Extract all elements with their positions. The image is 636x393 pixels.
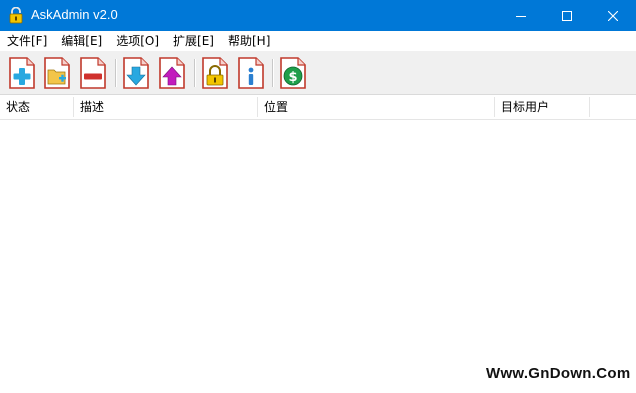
title-bar[interactable]: AskAdmin v2.0 [0,0,636,31]
list-header: 状态 描述 位置 目标用户 [0,95,636,120]
add-folder-icon [44,57,70,89]
blocked-items-list[interactable] [0,120,636,393]
export-button[interactable] [157,56,187,90]
watermark-text: Www.GnDown.Com [486,365,631,382]
lock-button[interactable] [200,56,230,90]
add-icon [9,57,35,89]
toolbar-separator [272,59,274,87]
toolbar-separator [115,59,117,87]
menu-help[interactable]: 帮助[H] [221,31,277,51]
lock-icon [202,57,228,89]
column-header-target-user[interactable]: 目标用户 [495,95,589,119]
maximize-button[interactable] [544,0,590,31]
menu-extensions[interactable]: 扩展[E] [166,31,221,51]
close-button[interactable] [590,0,636,31]
column-header-location[interactable]: 位置 [258,95,494,119]
app-lock-icon [8,6,24,24]
dollar-icon: $ [280,57,306,89]
menu-options[interactable]: 选项[O] [109,31,166,51]
donate-button[interactable]: $ [278,56,308,90]
column-header-status[interactable]: 状态 [0,95,73,119]
add-button[interactable] [7,56,37,90]
maximize-icon [562,10,572,21]
close-icon [608,10,618,21]
info-icon [238,57,264,89]
remove-button[interactable] [78,56,108,90]
import-down-arrow-icon [123,57,149,89]
minimize-icon [516,15,526,17]
import-button[interactable] [121,56,151,90]
toolbar-separator [194,59,196,87]
column-header-description[interactable]: 描述 [74,95,257,119]
menu-bar: 文件[F] 编辑[E] 选项[O] 扩展[E] 帮助[H] [0,31,636,51]
export-up-arrow-icon [159,57,185,89]
minimize-button[interactable] [498,0,544,31]
remove-icon [80,57,106,89]
info-button[interactable] [236,56,266,90]
toolbar: $ [0,51,636,95]
add-folder-button[interactable] [42,56,72,90]
column-divider[interactable] [589,97,590,117]
menu-edit[interactable]: 编辑[E] [54,31,109,51]
menu-file[interactable]: 文件[F] [0,31,54,51]
svg-text:$: $ [288,70,297,85]
window-title: AskAdmin v2.0 [31,7,118,22]
